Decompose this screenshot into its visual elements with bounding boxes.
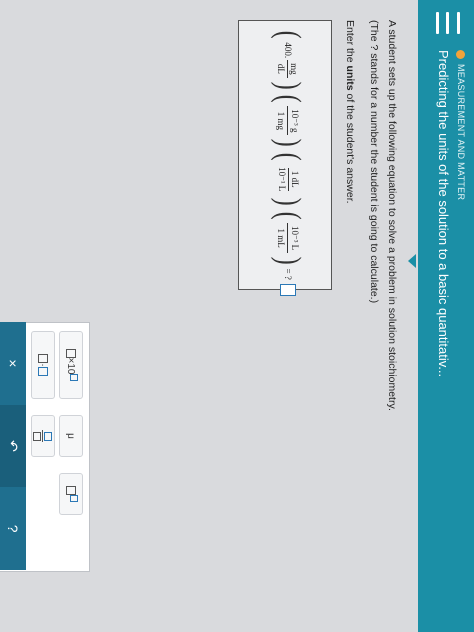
keypad-actions: × ↶ ?	[0, 322, 26, 571]
menu-icon[interactable]	[436, 12, 460, 34]
paren-open: (	[270, 211, 307, 220]
instruction-prefix: Enter the	[344, 20, 356, 66]
fraction-3: 1 dL 10⁻¹ L	[276, 164, 300, 194]
fraction-4: 10⁻³ L1 mL	[276, 222, 300, 254]
keypad-row-2: ·	[29, 323, 55, 571]
paren-close: )	[270, 81, 307, 90]
micro-key[interactable]: μ	[59, 415, 83, 457]
sci-label: ×10	[65, 357, 77, 375]
answer-units-input[interactable]	[280, 283, 296, 296]
fraction-1-num: mg	[287, 60, 300, 78]
fraction-3-num: 1 dL	[288, 167, 300, 191]
topic-status-dot-icon	[456, 50, 466, 59]
fraction-den-icon	[33, 431, 42, 441]
exponent-box-icon	[70, 374, 78, 382]
topic-row: MEASUREMENT AND MATTER	[454, 50, 468, 200]
fraction-1-den: dL	[276, 63, 287, 74]
instruction-bold: units	[344, 65, 356, 91]
fraction-2: 10⁻³ g1 mg	[276, 106, 300, 136]
fraction-2-den: 1 mg	[276, 111, 286, 130]
equation: ( 400. mg dL ) ( 10⁻³ g1 mg ) ( 1 dL 10⁻¹ …	[270, 29, 307, 296]
help-button[interactable]: ?	[0, 487, 26, 571]
top-bar: MEASUREMENT AND MATTER Predicting the un…	[418, 0, 474, 632]
paren-close: )	[270, 256, 307, 265]
fraction-4-den: 1 mL	[276, 228, 286, 248]
problem-line-2: (The ? stands for a number the student i…	[368, 20, 380, 304]
problem-line-1: A student sets up the following equation…	[386, 20, 398, 411]
equals-sign: = ?	[283, 268, 293, 280]
instruction-text: Enter the units of the student's answer.	[344, 20, 356, 204]
app-screen: MEASUREMENT AND MATTER Predicting the un…	[0, 0, 474, 632]
paren-open: (	[270, 94, 307, 103]
fraction-bar-icon	[42, 430, 44, 442]
fraction-2-num: 10⁻³ g	[287, 106, 300, 136]
superscript-key[interactable]	[59, 473, 83, 515]
box-icon	[66, 348, 76, 358]
coefficient: 400.	[283, 42, 293, 59]
equation-box: ( 400. mg dL ) ( 10⁻³ g1 mg ) ( 1 dL 10⁻¹ …	[238, 20, 332, 296]
instruction-suffix: of the student's answer.	[344, 90, 356, 204]
paren-close: )	[270, 139, 307, 148]
collapse-chevron-icon[interactable]	[408, 254, 416, 268]
fraction-3-den: 10⁻¹ L	[277, 167, 287, 192]
undo-button[interactable]: ↶	[0, 404, 26, 488]
box-icon	[66, 486, 76, 495]
fraction-1: mg dL	[277, 60, 300, 78]
paren-open: (	[270, 152, 307, 161]
keypad-row-1: ×10 μ	[57, 323, 83, 571]
topic-label: MEASUREMENT AND MATTER	[456, 64, 466, 201]
paren-close: )	[270, 198, 307, 206]
superscript-box-icon	[70, 495, 78, 502]
fraction-num-icon	[44, 431, 53, 441]
fraction-4-num: 10⁻³ L	[287, 222, 300, 254]
clear-button[interactable]: ×	[0, 322, 26, 405]
sci-notation-key[interactable]: ×10	[59, 331, 83, 399]
box-icon	[38, 366, 48, 376]
fraction-key[interactable]	[31, 415, 55, 457]
multiply-dot-key[interactable]: ·	[31, 331, 55, 399]
paren-open: (	[270, 30, 307, 39]
page-title: Predicting the units of the solution to …	[436, 50, 451, 378]
box-icon	[38, 354, 48, 364]
